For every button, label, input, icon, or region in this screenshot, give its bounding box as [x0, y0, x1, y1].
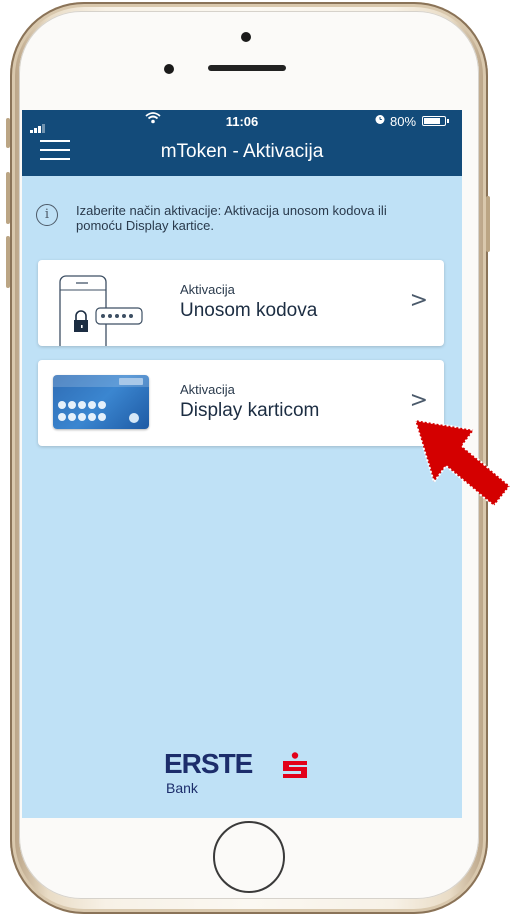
option-activation-display-card[interactable]: Aktivacija Display karticom >: [38, 360, 444, 446]
logo-subtitle: Bank: [166, 780, 198, 796]
option-label-small: Aktivacija: [180, 282, 235, 297]
option-activation-codes[interactable]: Aktivacija Unosom kodova >: [38, 260, 444, 346]
earpiece-speaker: [208, 65, 286, 71]
info-icon: i: [36, 204, 58, 226]
volume-down-button: [6, 236, 10, 288]
app-screen: 11:06 80% mToken - Aktivacija i Izaberit…: [22, 110, 462, 818]
phone-lock-codes-icon: [59, 275, 143, 346]
display-card-icon: [53, 375, 149, 429]
option-label: Display karticom: [180, 400, 320, 421]
proximity-sensor: [164, 64, 174, 74]
chevron-right-icon: >: [409, 288, 428, 313]
app-header: 11:06 80% mToken - Aktivacija: [22, 110, 462, 176]
option-label-small: Aktivacija: [180, 382, 235, 397]
option-label: Unosom kodova: [180, 300, 318, 321]
status-bar: 11:06 80%: [22, 110, 462, 133]
erste-bank-logo: ERSTE Bank: [164, 748, 324, 808]
battery-percent: 80%: [390, 114, 417, 129]
info-text: Izaberite način aktivacije: Aktivacija u…: [76, 203, 387, 233]
front-camera: [241, 32, 251, 42]
page-title: mToken - Aktivacija: [160, 141, 324, 162]
power-button: [486, 196, 490, 252]
volume-up-button: [6, 172, 10, 224]
alarm-clock-icon: [374, 113, 386, 128]
logo-text: ERSTE: [164, 748, 253, 779]
erste-s-symbol-icon: [283, 752, 307, 778]
red-arrow-pointer-icon: [413, 418, 512, 508]
side-button: [6, 118, 10, 148]
home-button[interactable]: [213, 821, 285, 893]
battery-icon: [422, 116, 449, 126]
